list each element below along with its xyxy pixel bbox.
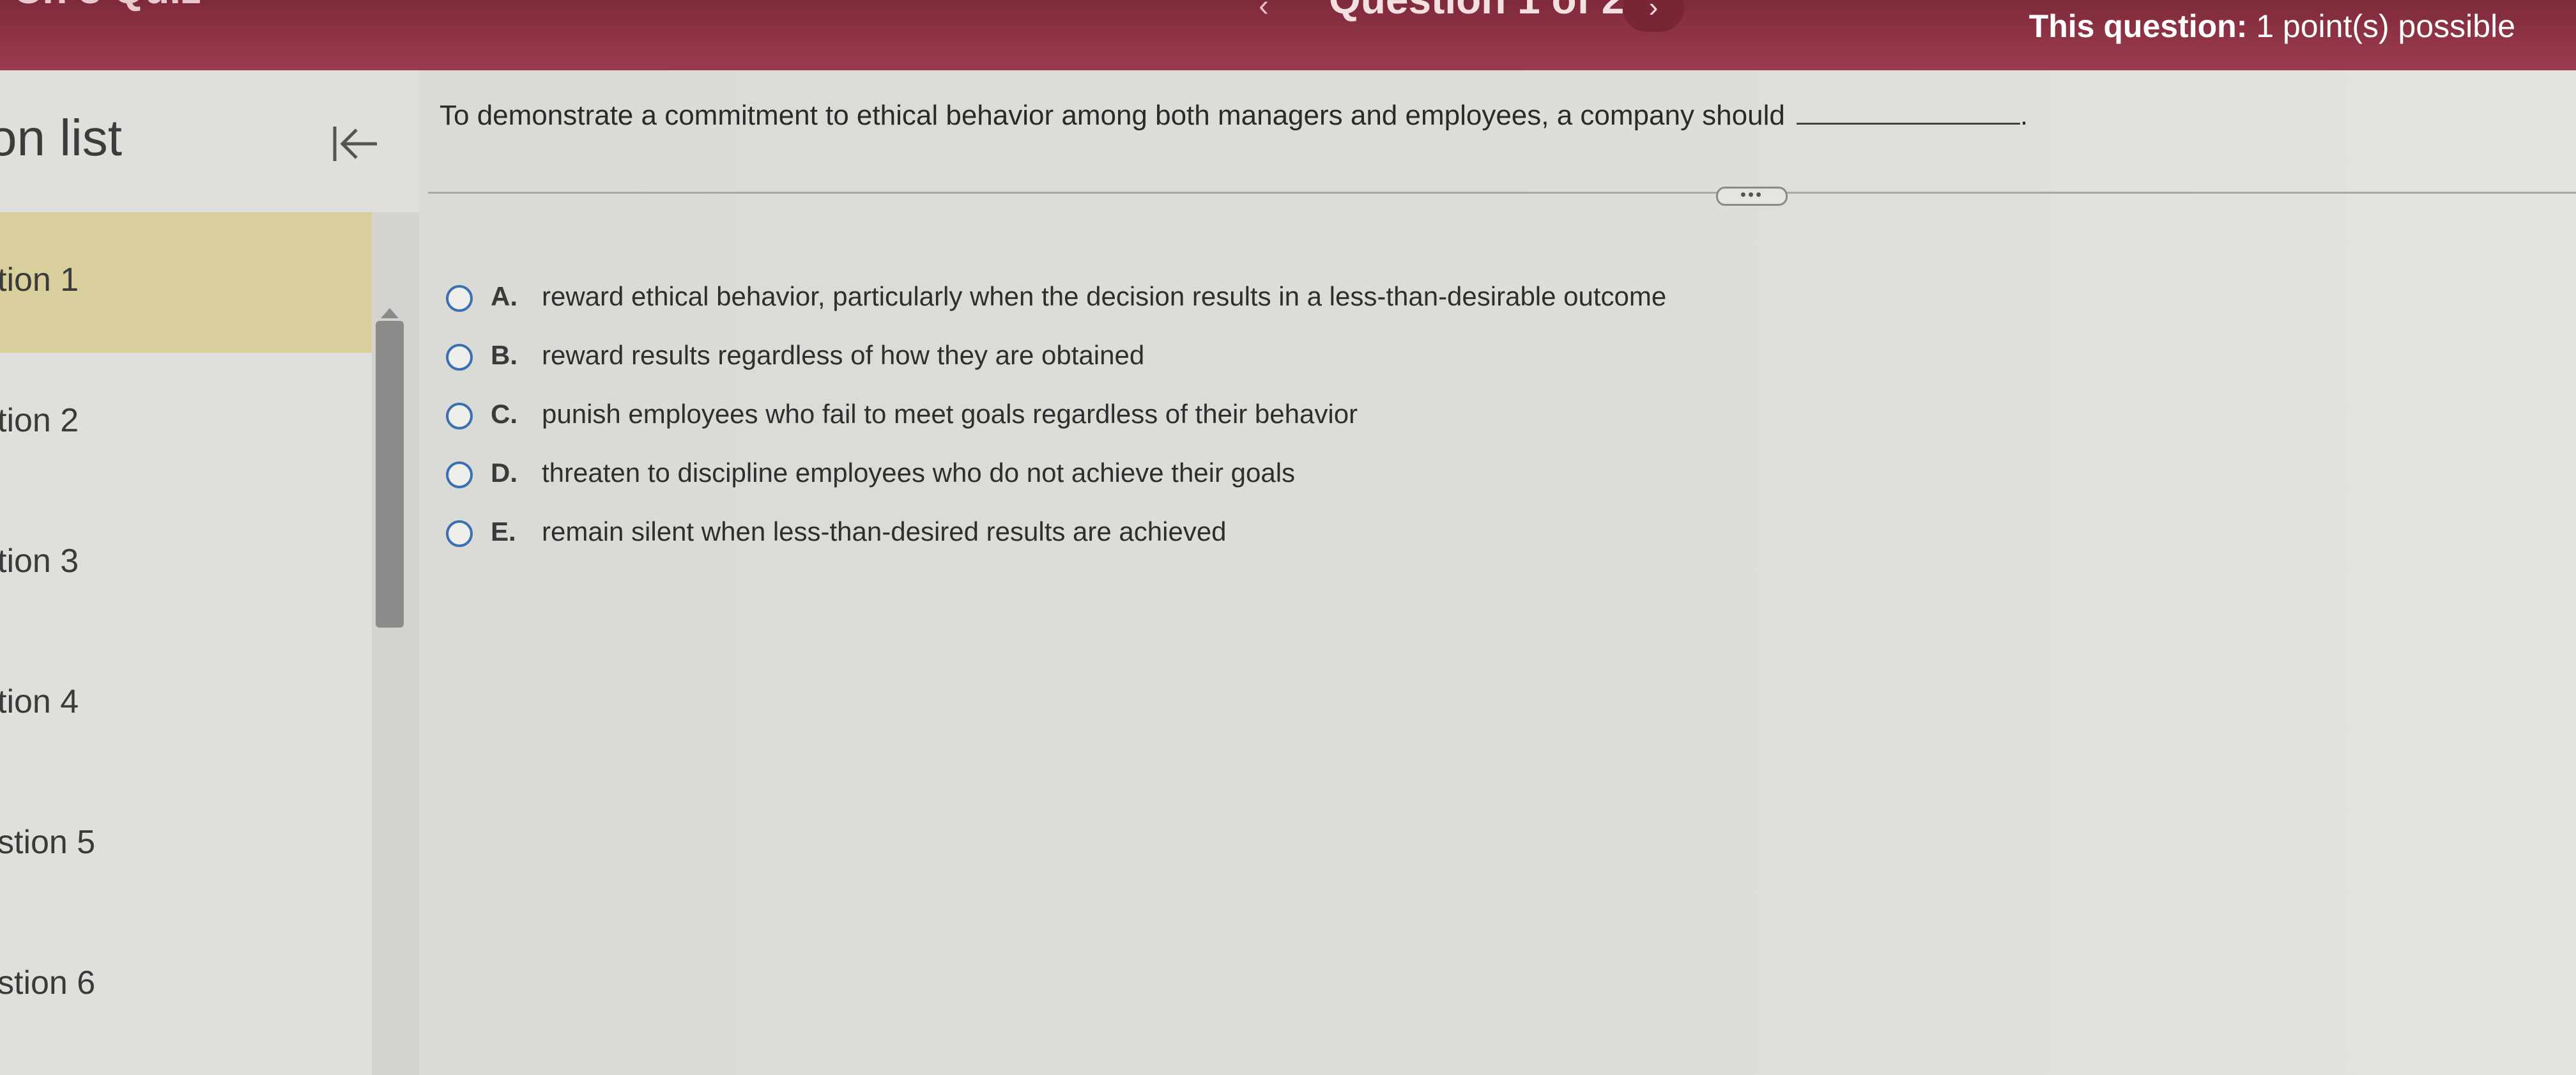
- radio-button[interactable]: [446, 461, 473, 488]
- question-list: tion 1 tion 2 tion 3 tion 4 stion 5 stio…: [0, 212, 372, 1056]
- option-text: reward results regardless of how they ar…: [542, 340, 1145, 370]
- question-item-label: stion 6: [0, 964, 96, 1002]
- course-title: Ch 3 Quiz: [13, 0, 201, 13]
- points-value: 1 point(s) possible: [2247, 8, 2515, 44]
- question-item-label: stion 5: [0, 824, 96, 861]
- question-list-title: on list: [0, 109, 122, 166]
- scroll-up-arrow-icon[interactable]: [381, 308, 399, 318]
- option-letter: B.: [491, 340, 518, 370]
- option-letter: E.: [491, 516, 516, 546]
- question-item-6[interactable]: stion 6: [0, 915, 372, 1056]
- question-prompt: To demonstrate a commitment to ethical b…: [440, 100, 2028, 132]
- question-list-panel: on list tion 1 tion 2 tion 3 tion 4 stio…: [0, 70, 419, 1075]
- answer-option-e[interactable]: E. remain silent when less-than-desired …: [446, 514, 1851, 573]
- scrollbar-thumb[interactable]: [376, 321, 404, 628]
- radio-button[interactable]: [446, 344, 473, 371]
- question-counter: Question 1 of 25: [1329, 0, 1647, 23]
- option-text: threaten to discipline employees who do …: [542, 458, 1296, 488]
- radio-button[interactable]: [446, 520, 473, 547]
- answer-options: A. reward ethical behavior, particularly…: [446, 279, 1851, 573]
- answer-blank-suffix: .: [2020, 100, 2028, 131]
- question-item-label: tion 1: [0, 261, 79, 298]
- answer-option-d[interactable]: D. threaten to discipline employees who …: [446, 455, 1851, 514]
- points-info: This question: 1 point(s) possible: [2029, 8, 2515, 45]
- question-item-3[interactable]: tion 3: [0, 493, 372, 634]
- answer-option-b[interactable]: B. reward results regardless of how they…: [446, 337, 1851, 396]
- header-bar: Ch 3 Quiz ‹ Question 1 of 25 › This ques…: [0, 0, 2576, 70]
- question-item-label: tion 2: [0, 402, 79, 439]
- question-item-2[interactable]: tion 2: [0, 353, 372, 493]
- question-item-5[interactable]: stion 5: [0, 775, 372, 915]
- answer-option-c[interactable]: C. punish employees who fail to meet goa…: [446, 396, 1851, 455]
- question-item-1[interactable]: tion 1: [0, 212, 372, 353]
- question-list-scrollbar[interactable]: [372, 212, 419, 1075]
- radio-button[interactable]: [446, 403, 473, 429]
- radio-button[interactable]: [446, 285, 473, 312]
- chevron-left-icon[interactable]: ‹: [1259, 0, 1269, 24]
- answer-blank: [1796, 123, 2020, 125]
- question-item-label: tion 4: [0, 683, 79, 720]
- option-letter: D.: [491, 458, 518, 488]
- more-options-button[interactable]: •••: [1716, 186, 1788, 206]
- chevron-right-icon: ›: [1648, 0, 1659, 23]
- question-prompt-text: To demonstrate a commitment to ethical b…: [440, 100, 1785, 131]
- option-letter: C.: [491, 399, 518, 429]
- collapse-left-icon: [333, 127, 377, 161]
- question-item-4[interactable]: tion 4: [0, 634, 372, 775]
- question-item-label: tion 3: [0, 543, 79, 580]
- option-text: remain silent when less-than-desired res…: [542, 516, 1227, 546]
- points-label: This question:: [2028, 8, 2248, 44]
- collapse-panel-button[interactable]: [326, 115, 383, 173]
- option-letter: A.: [491, 281, 518, 311]
- content-divider: [428, 192, 2576, 194]
- question-content: To demonstrate a commitment to ethical b…: [419, 70, 2576, 1075]
- next-question-button[interactable]: ›: [1623, 0, 1684, 32]
- answer-option-a[interactable]: A. reward ethical behavior, particularly…: [446, 279, 1851, 337]
- option-text: reward ethical behavior, particularly wh…: [542, 281, 1667, 311]
- option-text: punish employees who fail to meet goals …: [542, 399, 1358, 429]
